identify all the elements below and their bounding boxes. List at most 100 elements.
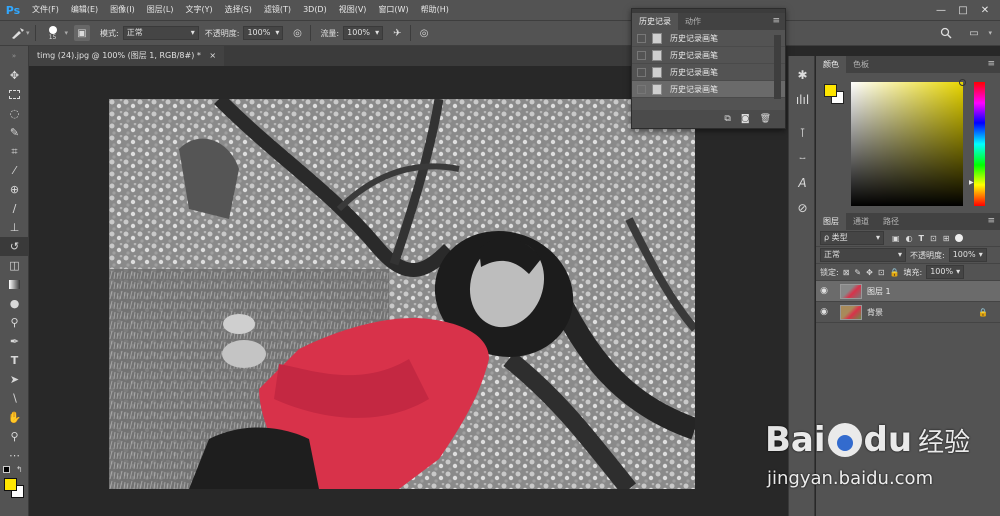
layer-filter-select[interactable]: ρ 类型 ▾ xyxy=(820,231,884,245)
history-brush-tool-icon[interactable]: ↺ xyxy=(0,237,29,256)
menu-filter[interactable]: 滤镜(T) xyxy=(258,0,297,20)
menu-help[interactable]: 帮助(H) xyxy=(415,0,455,20)
hue-slider[interactable]: ▶ xyxy=(969,82,985,206)
pressure-opacity-icon[interactable]: ◎ xyxy=(289,25,305,41)
history-source-checkbox[interactable] xyxy=(637,67,646,77)
visibility-eye-icon[interactable]: ◉ xyxy=(816,286,832,296)
default-colors-icon[interactable] xyxy=(3,466,10,473)
history-source-checkbox[interactable] xyxy=(637,50,646,60)
layer-opacity-field[interactable]: 100% ▾ xyxy=(948,248,987,262)
brush-panel-toggle-icon[interactable]: ▣ xyxy=(74,25,91,41)
tab-color[interactable]: 颜色 xyxy=(816,56,846,73)
menu-file[interactable]: 文件(F) xyxy=(26,0,65,20)
history-source-checkbox[interactable] xyxy=(637,84,646,94)
brush-size-picker[interactable]: 15 xyxy=(41,21,65,45)
menu-window[interactable]: 窗口(W) xyxy=(372,0,414,20)
mode-select[interactable]: 正常 ▾ xyxy=(122,26,199,40)
tab-channels[interactable]: 通道 xyxy=(846,213,876,230)
swap-colors-icon[interactable]: ↰ xyxy=(16,465,23,474)
flow-field[interactable]: 100% ▾ xyxy=(343,26,384,40)
lock-artboard-icon[interactable]: ⊡ xyxy=(878,268,885,277)
clone-stamp-tool-icon[interactable]: ⊥ xyxy=(0,218,29,237)
filter-type-icon[interactable]: T xyxy=(919,234,924,243)
more-tools-icon[interactable]: ⋯ xyxy=(0,446,29,465)
lock-transparent-icon[interactable]: ⊠ xyxy=(843,268,850,277)
menu-image[interactable]: 图像(I) xyxy=(104,0,141,20)
hand-tool-icon[interactable]: ✋ xyxy=(0,408,29,427)
lock-pixels-icon[interactable]: ✎ xyxy=(854,268,861,277)
brush-tool-icon[interactable]: ∕ xyxy=(0,199,29,218)
layer-name[interactable]: 图层 1 xyxy=(867,286,891,297)
search-icon[interactable] xyxy=(938,25,954,41)
toolbar-collapse-icon[interactable]: » xyxy=(0,46,28,66)
minimize-button[interactable]: — xyxy=(930,5,952,16)
layer-row-layer1[interactable]: ◉ 图层 1 xyxy=(816,281,1000,302)
close-window-button[interactable]: ✕ xyxy=(974,5,996,16)
chevron-down-icon[interactable]: ▾ xyxy=(988,29,992,37)
airbrush-icon[interactable]: ✈ xyxy=(389,25,405,41)
menu-3d[interactable]: 3D(D) xyxy=(297,0,333,20)
layer-row-background[interactable]: ◉ 背景 🔒 xyxy=(816,302,1000,323)
tab-layers[interactable]: 图层 xyxy=(816,213,846,230)
eyedropper-tool-icon[interactable]: ⁄ xyxy=(0,161,29,180)
blur-tool-icon[interactable]: ● xyxy=(0,294,29,313)
hue-slider-handle-icon[interactable]: ▶ xyxy=(969,179,974,186)
panel-menu-icon[interactable]: ≡ xyxy=(772,16,780,26)
blend-mode-select[interactable]: 正常 ▾ xyxy=(820,248,906,262)
zoom-tool-icon[interactable]: ⚲ xyxy=(0,427,29,446)
filter-adjust-icon[interactable]: ◐ xyxy=(906,234,913,243)
quick-select-tool-icon[interactable]: ✎ xyxy=(0,123,29,142)
visibility-eye-icon[interactable]: ◉ xyxy=(816,307,832,317)
marquee-tool-icon[interactable] xyxy=(0,85,29,104)
brush-settings-icon[interactable]: ✱ xyxy=(789,62,816,87)
menu-view[interactable]: 视图(V) xyxy=(333,0,373,20)
document-tab[interactable]: timg (24).jpg @ 100% (图层 1, RGB/8#) * × xyxy=(29,46,225,66)
tab-swatches[interactable]: 色板 xyxy=(846,56,876,73)
paragraph-styles-icon[interactable]: ⊘ xyxy=(789,195,816,220)
healing-brush-tool-icon[interactable]: ⊕ xyxy=(0,180,29,199)
camera-icon[interactable]: ◙ xyxy=(741,114,750,124)
trash-icon[interactable]: 🗑 xyxy=(760,114,771,124)
workspace-icon[interactable]: ▭ xyxy=(966,25,982,41)
history-source-checkbox[interactable] xyxy=(637,33,646,43)
filter-smart-icon[interactable]: ⊞ xyxy=(943,234,950,243)
tab-paths[interactable]: 路径 xyxy=(876,213,906,230)
menu-edit[interactable]: 编辑(E) xyxy=(65,0,104,20)
lock-all-icon[interactable]: 🔒 xyxy=(890,268,900,277)
tab-actions[interactable]: 动作 xyxy=(678,13,708,30)
new-document-from-state-icon[interactable]: ⧉ xyxy=(724,114,730,124)
menu-layer[interactable]: 图层(L) xyxy=(141,0,180,20)
history-state[interactable]: 历史记录画笔 xyxy=(632,47,785,64)
pen-tool-icon[interactable]: ✒ xyxy=(0,332,29,351)
color-field[interactable] xyxy=(851,79,966,206)
eraser-tool-icon[interactable]: ◫ xyxy=(0,256,29,275)
path-selection-tool-icon[interactable]: ➤ xyxy=(0,370,29,389)
type-tool-icon[interactable]: T xyxy=(0,351,29,370)
filter-pixel-icon[interactable]: ▣ xyxy=(892,234,900,243)
opacity-field[interactable]: 100% ▾ xyxy=(243,26,284,40)
tab-history[interactable]: 历史记录 xyxy=(632,13,678,30)
history-state[interactable]: 历史记录画笔 xyxy=(632,64,785,81)
document-image[interactable] xyxy=(109,99,695,489)
history-scrollbar[interactable] xyxy=(774,35,781,99)
tool-presets-icon[interactable]: ⊺ xyxy=(789,120,816,145)
crop-tool-icon[interactable]: ⌗ xyxy=(0,142,29,161)
line-tool-icon[interactable]: ∖ xyxy=(0,389,29,408)
menu-type[interactable]: 文字(Y) xyxy=(179,0,218,20)
panel-menu-icon[interactable]: ≡ xyxy=(987,59,995,69)
close-tab-icon[interactable]: × xyxy=(209,51,216,60)
move-tool-icon[interactable]: ✥ xyxy=(0,66,29,85)
history-state-selected[interactable]: 历史记录画笔 xyxy=(632,81,785,98)
foreground-color-swatch[interactable] xyxy=(824,84,837,97)
color-picker-handle-icon[interactable] xyxy=(959,79,966,86)
filter-toggle-icon[interactable] xyxy=(955,234,964,242)
pressure-size-icon[interactable]: ◎ xyxy=(416,25,432,41)
character-icon[interactable]: A xyxy=(789,170,816,195)
panel-menu-icon[interactable]: ≡ xyxy=(987,216,995,226)
fill-field[interactable]: 100% ▾ xyxy=(926,265,965,279)
layer-name[interactable]: 背景 xyxy=(867,307,883,318)
adjustments-icon[interactable]: ⧿ xyxy=(789,145,816,170)
dodge-tool-icon[interactable]: ⚲ xyxy=(0,313,29,332)
lock-position-icon[interactable]: ✥ xyxy=(866,268,873,277)
menu-select[interactable]: 选择(S) xyxy=(219,0,258,20)
